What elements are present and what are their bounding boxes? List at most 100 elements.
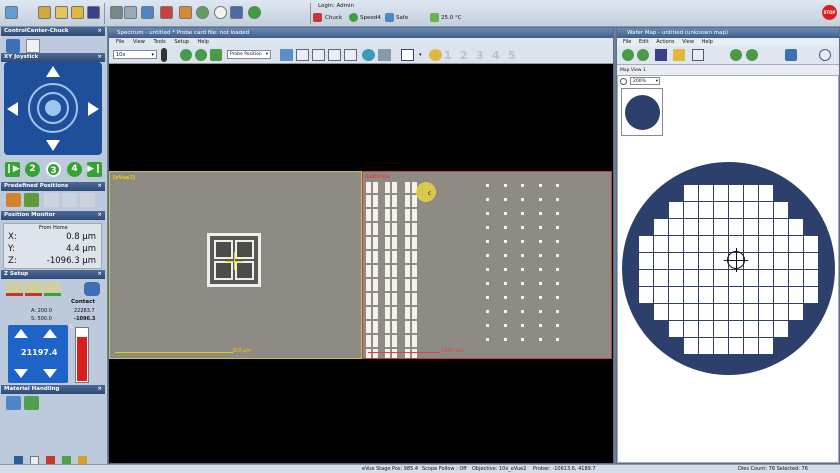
settings-icon[interactable]: [5, 6, 18, 19]
stage-contact-icon[interactable]: [179, 6, 192, 19]
z-jog-control[interactable]: 21197.4: [8, 325, 68, 383]
wafer-die[interactable]: [638, 235, 653, 252]
wafer-die[interactable]: [668, 252, 683, 269]
wafer-thumbnail[interactable]: [621, 88, 663, 136]
wafer-die[interactable]: [683, 303, 698, 320]
wafer-die[interactable]: [683, 286, 698, 303]
wafer-die[interactable]: [728, 286, 743, 303]
wafer-die[interactable]: [713, 269, 728, 286]
wafer-die[interactable]: [683, 320, 698, 337]
wafer-die[interactable]: [698, 286, 713, 303]
scope-home-icon[interactable]: [210, 49, 222, 61]
image-layout-icon[interactable]: [296, 49, 309, 61]
z-stack-icon[interactable]: [84, 282, 100, 296]
wafer-die[interactable]: [728, 218, 743, 235]
chuck-icon[interactable]: [110, 6, 123, 19]
wafer-die[interactable]: [758, 303, 773, 320]
wafer-die[interactable]: [713, 286, 728, 303]
home-icon[interactable]: [55, 6, 68, 19]
stage-separate-icon[interactable]: [160, 6, 173, 19]
z-contact-icon[interactable]: [44, 282, 61, 296]
step-first-icon[interactable]: ❙▶: [5, 162, 20, 177]
xy-joystick[interactable]: [4, 62, 102, 155]
wafer-die[interactable]: [773, 303, 788, 320]
speed-step-3[interactable]: 4: [67, 162, 82, 177]
wm-step-next-icon[interactable]: [746, 49, 758, 61]
cellview-view[interactable]: CellView c 1000 µm: [362, 171, 612, 359]
joystick-mode-icon[interactable]: [26, 39, 40, 53]
wafer-die[interactable]: [758, 218, 773, 235]
wafer-die[interactable]: [788, 269, 803, 286]
wafer-die[interactable]: [653, 252, 668, 269]
wafer-die[interactable]: [698, 337, 713, 354]
wm-menu-help[interactable]: Help: [702, 39, 713, 45]
map-view[interactable]: 200% ▾: [617, 75, 839, 463]
wafer-die[interactable]: [653, 269, 668, 286]
wafer-die[interactable]: [683, 235, 698, 252]
wafer-die[interactable]: [758, 252, 773, 269]
stop-button[interactable]: STOP: [822, 5, 837, 20]
wafer-die[interactable]: [668, 303, 683, 320]
menu-setup[interactable]: Setup: [174, 39, 189, 45]
stage-up-icon[interactable]: [141, 6, 154, 19]
wafer-die[interactable]: [668, 235, 683, 252]
settings-dropdown-icon[interactable]: ▾: [419, 49, 425, 61]
save-icon[interactable]: [87, 6, 100, 19]
scope-up-icon[interactable]: [180, 49, 192, 61]
close-icon[interactable]: ×: [97, 53, 102, 62]
wafer-die[interactable]: [773, 235, 788, 252]
wafer-die[interactable]: [638, 252, 653, 269]
predefined-slot-3[interactable]: [44, 193, 59, 207]
joystick-left-arrow-icon[interactable]: [7, 102, 18, 116]
wafer-die[interactable]: [773, 218, 788, 235]
wafer-die[interactable]: [743, 303, 758, 320]
edit-map-icon[interactable]: [637, 49, 649, 61]
wafer-die[interactable]: [773, 320, 788, 337]
wafer-die[interactable]: [713, 184, 728, 201]
view-1-icon[interactable]: [312, 49, 325, 61]
wafer-die[interactable]: [713, 320, 728, 337]
wafer-die[interactable]: [698, 303, 713, 320]
z-up-arrow-icon[interactable]: [43, 329, 57, 338]
wafer-die[interactable]: [773, 286, 788, 303]
menu-file[interactable]: File: [116, 39, 124, 45]
wafer-die[interactable]: [773, 201, 788, 218]
wafer-die[interactable]: [743, 337, 758, 354]
wafer-die[interactable]: [698, 320, 713, 337]
scope-down-icon[interactable]: [195, 49, 207, 61]
grid-icon[interactable]: [124, 6, 137, 19]
wafer-die[interactable]: [728, 337, 743, 354]
load-wafer-icon[interactable]: [6, 396, 21, 410]
wafer-die[interactable]: [788, 303, 803, 320]
objective-select[interactable]: 10x ▾: [113, 50, 157, 59]
unload-wafer-icon[interactable]: [24, 396, 39, 410]
wafer-die[interactable]: [743, 201, 758, 218]
position-number-1[interactable]: 1: [444, 49, 452, 62]
menu-view[interactable]: View: [133, 39, 145, 45]
predefined-slot-4[interactable]: [62, 193, 77, 207]
wafer-die[interactable]: [758, 269, 773, 286]
wafer-die[interactable]: [728, 320, 743, 337]
speed-icon[interactable]: [349, 13, 358, 22]
wafer-die[interactable]: [803, 252, 818, 269]
wafer-die[interactable]: [743, 235, 758, 252]
probe-icon[interactable]: [161, 48, 167, 62]
wm-open-icon[interactable]: [673, 49, 685, 61]
joystick-right-arrow-icon[interactable]: [88, 102, 99, 116]
z-down-fast-arrow-icon[interactable]: [14, 369, 28, 378]
wafer-die[interactable]: [743, 269, 758, 286]
position-number-2[interactable]: 2: [460, 49, 468, 62]
wafer-die[interactable]: [743, 286, 758, 303]
wm-move-icon[interactable]: [785, 49, 797, 61]
wafer-die[interactable]: [698, 184, 713, 201]
wafer-die[interactable]: [698, 235, 713, 252]
speed-label[interactable]: Speed4: [360, 15, 381, 21]
wafer-die[interactable]: [698, 201, 713, 218]
wm-step-back-icon[interactable]: [730, 49, 742, 61]
wafer-die[interactable]: [758, 184, 773, 201]
wm-menu-file[interactable]: File: [623, 39, 631, 45]
wafer-die[interactable]: [758, 337, 773, 354]
scope-icon[interactable]: [196, 6, 209, 19]
menu-help[interactable]: Help: [198, 39, 209, 45]
wafer-die[interactable]: [803, 235, 818, 252]
